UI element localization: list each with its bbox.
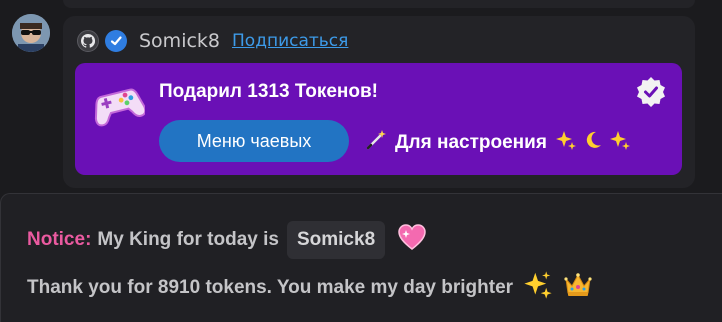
tip-title: Подарил 1313 Токенов! xyxy=(159,81,379,102)
tip-card: Подарил 1313 Токенов! Меню чаевых Для на… xyxy=(75,63,682,175)
verified-badge-icon xyxy=(636,77,666,111)
notice-line: Notice: My King for today is Somick8 xyxy=(27,221,427,259)
thanks-text: Thank you for 8910 tokens. You make my d… xyxy=(27,277,514,298)
thanks-line: Thank you for 8910 tokens. You make my d… xyxy=(27,270,593,306)
verified-check-icon xyxy=(105,30,127,52)
notice-panel: Notice: My King for today is Somick8 Tha… xyxy=(0,193,722,322)
avatar[interactable] xyxy=(12,14,50,52)
tip-menu-button[interactable]: Меню чаевых xyxy=(159,120,349,162)
notice-king-text: My King for today is xyxy=(97,229,279,250)
sparkles-icon xyxy=(523,270,553,306)
avatar-image xyxy=(12,14,50,52)
previous-message-card xyxy=(63,0,695,8)
notice-label: Notice: xyxy=(27,229,92,250)
sparkling-heart-icon xyxy=(397,223,427,257)
sparkles-icon xyxy=(609,129,631,157)
subscribe-link[interactable]: Подписаться xyxy=(232,31,348,51)
mood-text: Для настроения xyxy=(395,132,547,153)
moon-icon xyxy=(583,130,603,156)
mood-line: Для настроения xyxy=(365,129,631,157)
magic-wand-icon xyxy=(365,129,387,157)
github-icon xyxy=(77,30,99,52)
king-name-chip[interactable]: Somick8 xyxy=(286,221,386,259)
sparkles-icon xyxy=(555,129,577,157)
tip-message: Somick8 Подписаться Подарил 1313 Токенов… xyxy=(63,16,695,188)
message-header: Somick8 Подписаться xyxy=(77,26,348,56)
crown-icon xyxy=(563,271,593,305)
gamepad-icon xyxy=(91,81,147,131)
username[interactable]: Somick8 xyxy=(139,30,220,52)
